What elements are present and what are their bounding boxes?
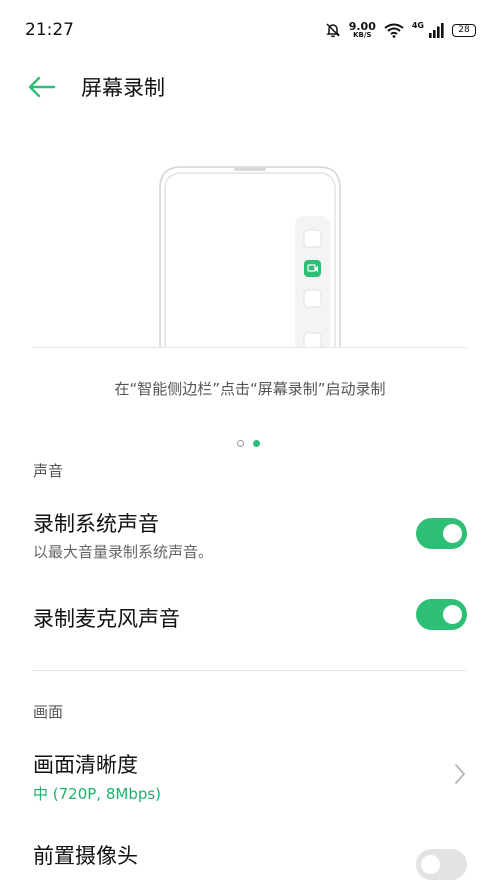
page-dot-2-active[interactable] xyxy=(253,440,260,447)
section-header-sound: 声音 xyxy=(33,462,64,480)
mic-audio-title: 录制麦克风声音 xyxy=(33,607,180,631)
phone-sidebar-illustration xyxy=(159,166,341,348)
page-indicator[interactable] xyxy=(237,440,260,447)
app-bar: 屏幕录制 xyxy=(0,60,500,116)
system-audio-subtitle: 以最大音量录制系统声音。 xyxy=(33,543,214,561)
preview-illustration xyxy=(33,120,467,348)
status-bar: 21:27 9.00 KB/S 4G 28 xyxy=(0,0,500,60)
preview-caption: 在“智能侧边栏”点击“屏幕录制”启动录制 xyxy=(114,380,386,398)
front-camera-toggle[interactable] xyxy=(416,849,467,880)
arrow-left-icon xyxy=(28,76,56,98)
toggle-knob xyxy=(443,524,462,543)
toggle-knob xyxy=(421,855,440,874)
resolution-value[interactable]: 中 (720P, 8Mbps) xyxy=(33,783,161,804)
preview-divider xyxy=(33,347,467,348)
resolution-title[interactable]: 画面清晰度 xyxy=(33,749,138,779)
system-audio-toggle[interactable] xyxy=(416,518,467,549)
battery-level: 28 xyxy=(458,25,470,35)
section-divider xyxy=(33,670,467,671)
battery-icon: 28 xyxy=(452,23,476,37)
page-title: 屏幕录制 xyxy=(81,76,165,100)
wifi-icon xyxy=(384,23,404,38)
network-speed-unit: KB/S xyxy=(353,31,372,39)
system-audio-title: 录制系统声音 xyxy=(33,512,159,536)
back-button[interactable] xyxy=(26,72,60,102)
mic-audio-toggle[interactable] xyxy=(416,599,467,630)
toggle-knob xyxy=(443,605,462,624)
mute-bell-icon xyxy=(325,23,340,38)
status-icons: 9.00 KB/S 4G 28 xyxy=(325,18,476,42)
status-time: 21:27 xyxy=(25,20,74,40)
chevron-right-icon[interactable] xyxy=(452,762,468,786)
network-speed: 9.00 KB/S xyxy=(349,21,376,39)
section-header-video: 画面 xyxy=(33,703,64,721)
network-type-label: 4G xyxy=(411,20,424,30)
front-camera-title: 前置摄像头 xyxy=(33,844,138,868)
page-dot-1[interactable] xyxy=(237,440,244,447)
signal-icon xyxy=(429,23,444,38)
